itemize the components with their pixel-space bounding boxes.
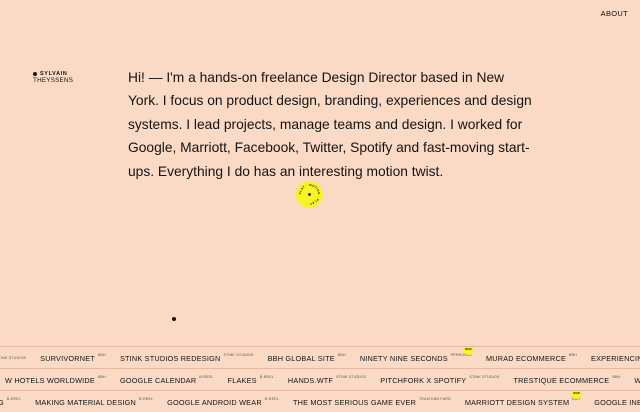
project-studio-tag: STINK STUDIOS [469,374,500,379]
project-link[interactable]: STINK STUDIOS [0,355,27,360]
project-studio-tag: BBH [97,352,106,357]
project-studio-tag: BBH [569,352,578,357]
projects-ticker-row-3: GB-REELMAKING MATERIAL DESIGNB-REELGOOGL… [0,390,640,412]
project-title: G [0,398,4,407]
project-link[interactable]: NINETY NINE SECONDS PERSONAL NEW [359,347,474,363]
page: ABOUT SYLVAIN THEYSSENS Hi! — I'm a hand… [0,0,640,412]
cursor-dot-icon [172,317,176,321]
new-badge: NEW [463,347,474,355]
project-link[interactable]: PITCHFORK X SPOTIFY STINK STUDIOS [380,374,500,385]
project-studio-tag: B-REEL [138,396,154,401]
new-badge: NEW [571,391,583,399]
project-title: NINETY NINE SECONDS [359,353,448,363]
project-title: STINK STUDIOS REDESIGN [119,353,221,363]
project-studio-tag: B-REEL [199,374,214,379]
project-title: MURAD ECOMMERCE [486,353,567,363]
project-studio-tag: STINK STUDIOS [0,355,27,360]
logo-dot-icon [33,72,37,76]
project-studio-tag: BBH [97,374,106,379]
project-link[interactable]: GOOGLE ANDROID WEAR B-REEL [167,396,279,407]
project-link[interactable]: W HOTELS WORLDWIDEBBH [634,376,640,385]
project-link[interactable]: MAKING MATERIAL DESIGN B-REEL [35,396,154,407]
projects-ticker-row-2: W HOTELS WORLDWIDE BBH GOOGLE CALENDAR B-RE… [0,368,640,391]
project-title: FLAKES [227,375,257,385]
project-title: TRESTIQUE ECOMMERCE [513,375,610,385]
intro-paragraph: Hi! — I'm a hands-on freelance Design Di… [128,70,532,179]
project-title: THE MOST SERIOUS GAME EVER [292,397,417,407]
project-link[interactable]: TRESTIQUE ECOMMERCE BBH [513,374,621,385]
project-studio-tag: STINK STUDIOS [336,374,367,379]
project-studio-tag: TEAM DAN FARD [419,396,451,401]
project-title: SURVIVORNET [40,353,95,363]
project-link[interactable]: MURAD ECOMMERCE BBH [486,352,578,363]
logo-last-name: THEYSSENS [33,77,74,84]
project-link[interactable]: SURVIVORNET BBH [40,352,106,363]
project-studio-tag: BBH [612,374,621,379]
project-title: GOOGLE ANDROID WEAR [167,397,262,407]
project-link[interactable]: GOOGLE CALENDAR B-REEL [119,374,214,385]
project-title: GOOGLE INBOX BRANDING [594,397,640,407]
project-link[interactable]: FLAKES B-REEL [227,374,274,385]
about-link[interactable]: ABOUT [601,9,628,18]
project-title: EXPERIENCING SYNESTHESIA [591,353,640,363]
project-link[interactable]: EXPERIENCING SYNESTHESIASTINK STUDIOS [591,354,640,363]
project-link[interactable]: GB-REEL [0,396,22,407]
project-link[interactable]: GOOGLE INBOX BRANDINGB-REEL [594,398,640,407]
projects-ticker-row-1: STINK STUDIOSSURVIVORNETBBHSTINK STUDIOS… [0,346,640,369]
project-link[interactable]: MARRIOTT DESIGN SYSTEM BBH NEW [464,391,583,407]
logo[interactable]: SYLVAIN THEYSSENS [33,71,93,85]
project-title: W HOTELS WORLDWIDE [634,376,640,385]
project-title: PITCHFORK X SPOTIFY [380,375,467,385]
project-link[interactable]: HANDS.WTF STINK STUDIOS [287,374,367,385]
project-link[interactable]: STINK STUDIOS REDESIGN STINK STUDIOS [119,352,254,363]
project-title: GOOGLE CALENDAR [119,375,197,385]
project-title: W HOTELS WORLDWIDE [5,375,95,385]
play-motion-sticker[interactable]: PLAY · MOTION · PLAY · [296,181,323,208]
project-title: MARRIOTT DESIGN SYSTEM [464,397,570,407]
project-link[interactable]: W HOTELS WORLDWIDEBBH [5,374,106,385]
project-studio-tag: B-REEL [259,374,274,379]
sticker-circle-text-icon: PLAY · MOTION · PLAY · [298,183,321,206]
project-studio-tag: STINK STUDIOS [223,352,254,357]
project-studio-tag: B-REEL [6,396,22,401]
project-title: BBH GLOBAL SITE [267,353,335,363]
project-link[interactable]: THE MOST SERIOUS GAME EVER TEAM DAN FARD [292,396,451,407]
project-studio-tag: B-REEL [264,396,279,401]
project-title: HANDS.WTF [287,375,334,385]
project-title: MAKING MATERIAL DESIGN [35,397,136,407]
project-studio-tag: BBH [337,352,346,357]
project-link[interactable]: BBH GLOBAL SITE BBH [267,352,346,363]
